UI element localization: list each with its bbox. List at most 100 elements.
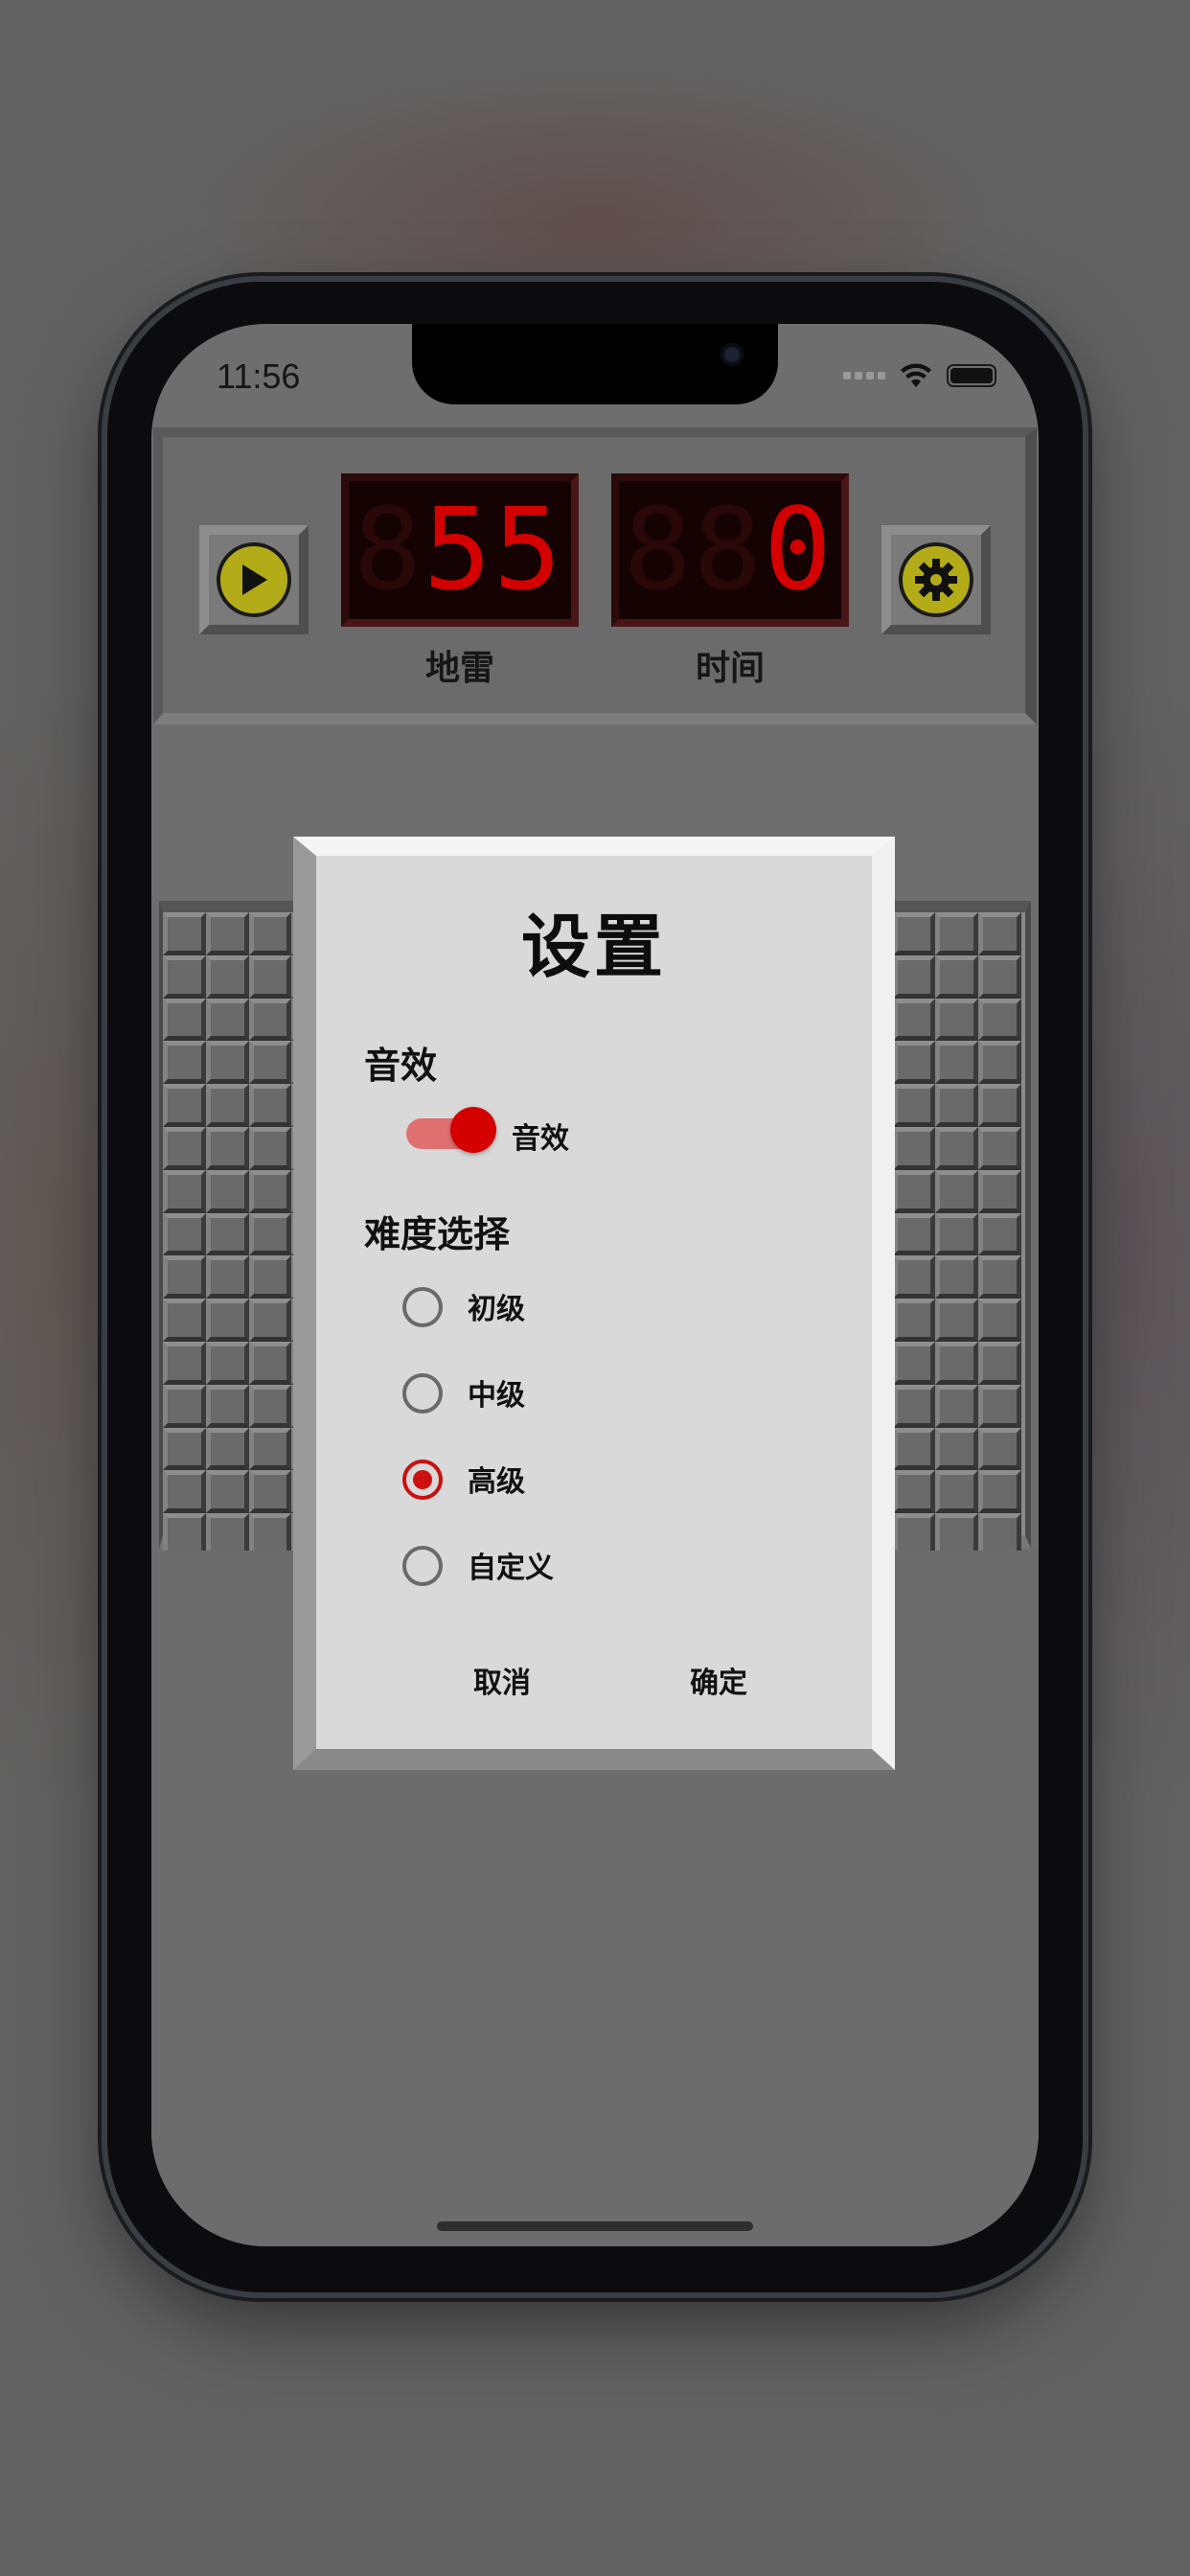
mine-cell[interactable] [248,1084,292,1127]
mine-cell[interactable] [935,1255,979,1300]
radio-beginner[interactable] [402,1287,443,1327]
mine-cell[interactable] [935,1427,979,1471]
mine-cell[interactable] [248,954,292,999]
mine-cell[interactable] [935,1384,979,1428]
mine-cell[interactable] [248,1299,292,1342]
mine-cell[interactable] [892,1041,936,1085]
mine-cell[interactable] [205,1084,249,1127]
mine-cell[interactable] [248,1041,292,1085]
mine-cell[interactable] [205,1427,249,1471]
mine-cell[interactable] [892,1255,936,1300]
mine-cell[interactable] [248,1126,292,1170]
mine-cell[interactable] [978,954,1021,999]
confirm-button[interactable]: 确定 [690,1659,747,1701]
mine-cell[interactable] [163,1341,206,1385]
mine-cell[interactable] [978,1470,1021,1514]
mine-cell[interactable] [978,1384,1021,1428]
mine-cell[interactable] [978,1341,1021,1385]
mine-cell[interactable] [163,1041,206,1085]
mine-cell[interactable] [205,1341,249,1385]
mine-cell[interactable] [978,1041,1021,1085]
mine-cell[interactable] [978,1255,1021,1300]
mine-cell[interactable] [248,1427,292,1471]
mine-cell[interactable] [892,954,936,999]
mine-cell[interactable] [163,1384,206,1428]
mine-cell[interactable] [892,998,936,1042]
mine-cell[interactable] [163,1084,206,1127]
mine-cell[interactable] [248,1384,292,1428]
mine-cell[interactable] [892,1126,936,1170]
mine-cell[interactable] [935,1126,979,1170]
mine-cell[interactable] [163,998,206,1042]
mine-cell[interactable] [205,1384,249,1428]
mine-cell[interactable] [248,1169,292,1213]
mine-cell[interactable] [205,1255,249,1300]
mine-cell[interactable] [935,912,979,955]
battery-icon [947,364,996,387]
mine-cell[interactable] [978,912,1021,955]
radio-intermediate[interactable] [402,1373,443,1414]
option-beginner-label: 初级 [468,1293,525,1326]
mine-cell[interactable] [163,912,206,955]
mine-cell[interactable] [935,1041,979,1085]
mine-cell[interactable] [205,1169,249,1213]
mine-cell[interactable] [935,1341,979,1385]
mine-cell[interactable] [935,1084,979,1127]
mine-cell[interactable] [163,1169,206,1213]
mine-cell[interactable] [248,912,292,955]
mine-cell[interactable] [978,1299,1021,1342]
status-time: 11:56 [217,356,301,396]
mine-cell[interactable] [248,998,292,1042]
radio-expert[interactable] [402,1460,443,1500]
settings-button[interactable] [881,525,991,634]
wifi-icon [901,363,931,387]
sound-toggle[interactable] [406,1107,496,1153]
mine-cell[interactable] [163,1255,206,1300]
mine-cell[interactable] [163,954,206,999]
radio-custom[interactable] [402,1546,443,1586]
mine-cell[interactable] [935,1212,979,1256]
cancel-button[interactable]: 取消 [473,1659,531,1701]
mine-cell[interactable] [205,1470,249,1514]
mine-cell[interactable] [248,1255,292,1300]
mine-cell[interactable] [978,998,1021,1042]
mine-cell[interactable] [892,1169,936,1213]
mine-cell[interactable] [892,1427,936,1471]
mine-cell[interactable] [205,954,249,999]
mine-cell[interactable] [935,1299,979,1342]
camera-notch [412,324,778,404]
mine-cell[interactable] [892,1084,936,1127]
mine-cell[interactable] [935,998,979,1042]
mine-cell[interactable] [935,1169,979,1213]
mine-cell[interactable] [205,1041,249,1085]
mine-cell[interactable] [205,1126,249,1170]
mine-cell[interactable] [978,1084,1021,1127]
mine-cell[interactable] [205,1212,249,1256]
mine-cell[interactable] [935,1470,979,1514]
mine-cell[interactable] [163,1427,206,1471]
mine-cell[interactable] [248,1212,292,1256]
difficulty-section-title: 难度选择 [364,1213,511,1255]
mine-cell[interactable] [248,1341,292,1385]
home-indicator[interactable] [437,2221,753,2231]
mine-cell[interactable] [892,1470,936,1514]
mine-cell[interactable] [892,1384,936,1428]
mine-cell[interactable] [892,1341,936,1385]
mine-cell[interactable] [205,998,249,1042]
start-button[interactable] [199,525,309,634]
mine-cell[interactable] [163,1470,206,1514]
mine-cell[interactable] [978,1427,1021,1471]
mine-cell[interactable] [163,1126,206,1170]
mine-cell[interactable] [978,1212,1021,1256]
mine-cell[interactable] [248,1470,292,1514]
mine-cell[interactable] [892,1299,936,1342]
mine-cell[interactable] [205,912,249,955]
mine-cell[interactable] [163,1212,206,1256]
mine-cell[interactable] [978,1126,1021,1170]
mine-cell[interactable] [978,1169,1021,1213]
mine-cell[interactable] [163,1299,206,1342]
mine-cell[interactable] [892,1212,936,1256]
mine-cell[interactable] [205,1299,249,1342]
mine-cell[interactable] [892,912,936,955]
mine-cell[interactable] [935,954,979,999]
